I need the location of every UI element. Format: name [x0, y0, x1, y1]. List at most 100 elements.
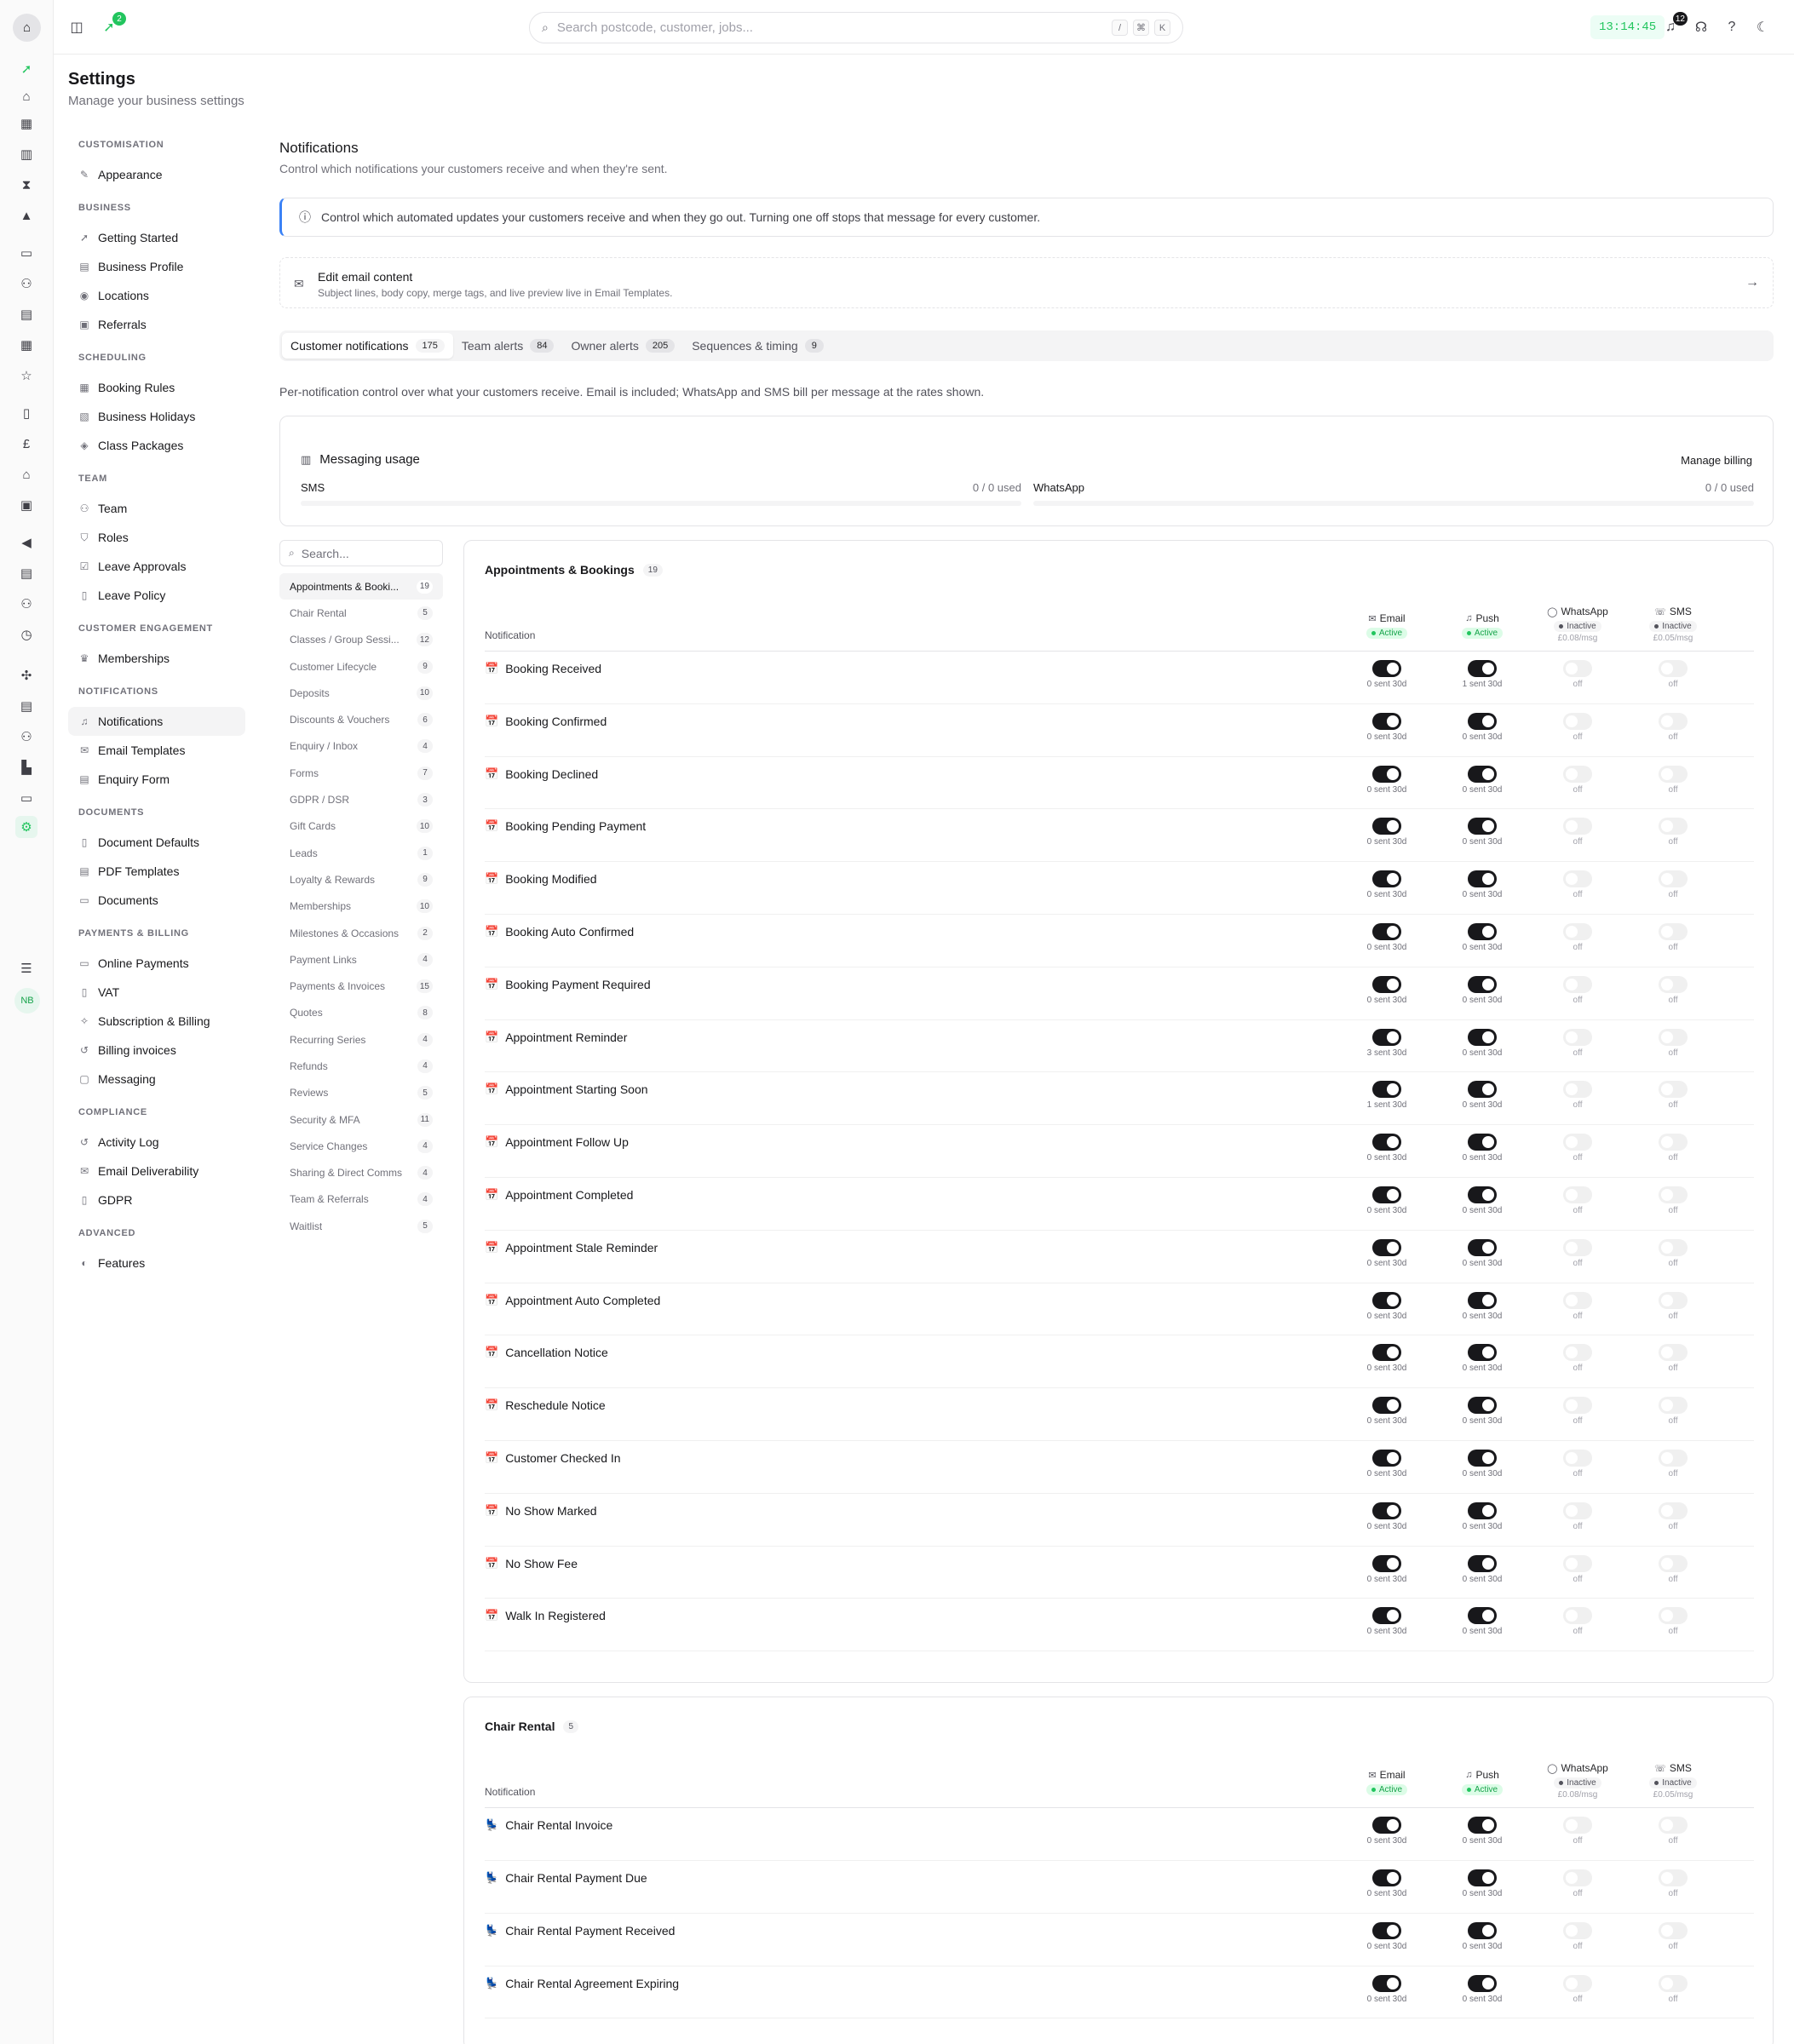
category-item[interactable]: Payments & Invoices 15 [279, 973, 443, 999]
whatsapp-toggle[interactable] [1563, 1817, 1592, 1834]
sms-toggle[interactable] [1659, 975, 1688, 993]
whatsapp-toggle[interactable] [1563, 1291, 1592, 1309]
nav-item-enquiry-form[interactable]: ▤ Enquiry Form [68, 765, 245, 794]
book-icon[interactable]: ▥ [17, 145, 36, 164]
sms-toggle[interactable] [1659, 1291, 1688, 1309]
graduation-icon[interactable]: ▲ [17, 206, 36, 225]
star-icon[interactable]: ☆ [17, 366, 36, 385]
whatsapp-toggle[interactable] [1563, 1081, 1592, 1099]
nav-item-gdpr[interactable]: ▯ GDPR [68, 1186, 245, 1214]
email-toggle[interactable] [1372, 1921, 1401, 1939]
sms-toggle[interactable] [1659, 1817, 1688, 1834]
nav-item-memberships[interactable]: ♛ Memberships [68, 644, 245, 673]
nav-item-online-payments[interactable]: ▭ Online Payments [68, 949, 245, 978]
whatsapp-toggle[interactable] [1563, 870, 1592, 888]
sms-toggle[interactable] [1659, 1921, 1688, 1939]
whatsapp-toggle[interactable] [1563, 1134, 1592, 1151]
folder-icon[interactable]: ▭ [17, 789, 36, 807]
tab-sequences-timing[interactable]: Sequences & timing 9 [683, 333, 832, 359]
push-toggle[interactable] [1468, 1291, 1497, 1309]
email-toggle[interactable] [1372, 712, 1401, 730]
category-item[interactable]: Payment Links 4 [279, 946, 443, 973]
user-avatar[interactable]: NB [14, 988, 40, 1013]
puzzle-icon[interactable]: ✣ [17, 666, 36, 685]
category-search-input[interactable]: ⌕ Search... [279, 540, 443, 566]
nav-item-business-profile[interactable]: ▤ Business Profile [68, 252, 245, 281]
nav-item-business-holidays[interactable]: ▧ Business Holidays [68, 402, 245, 431]
sms-toggle[interactable] [1659, 660, 1688, 677]
calendar-icon[interactable]: ▦ [17, 114, 36, 133]
nav-item-vat[interactable]: ▯ VAT [68, 978, 245, 1007]
store-logo-icon[interactable]: ⌂ [13, 14, 41, 42]
category-item[interactable]: GDPR / DSR 3 [279, 786, 443, 812]
email-toggle[interactable] [1372, 1974, 1401, 1992]
sms-toggle[interactable] [1659, 1554, 1688, 1572]
push-toggle[interactable] [1468, 1186, 1497, 1203]
tab-team-alerts[interactable]: Team alerts 84 [453, 333, 563, 359]
push-toggle[interactable] [1468, 660, 1497, 677]
settings-icon[interactable]: ⚙ [15, 816, 37, 838]
whatsapp-toggle[interactable] [1563, 975, 1592, 993]
sms-toggle[interactable] [1659, 1501, 1688, 1519]
bank-icon[interactable]: ⌂ [17, 465, 36, 484]
whatsapp-toggle[interactable] [1563, 818, 1592, 835]
category-item[interactable]: Customer Lifecycle 9 [279, 653, 443, 680]
users-icon[interactable]: ⚇ [17, 274, 36, 293]
nav-item-billing-invoices[interactable]: ↺ Billing invoices [68, 1036, 245, 1065]
category-item[interactable]: Quotes 8 [279, 1000, 443, 1026]
push-toggle[interactable] [1468, 975, 1497, 993]
email-toggle[interactable] [1372, 1344, 1401, 1362]
email-toggle[interactable] [1372, 1291, 1401, 1309]
nav-item-features[interactable]: ◐ Features [68, 1249, 245, 1278]
email-toggle[interactable] [1372, 1397, 1401, 1415]
category-item[interactable]: Chair Rental 5 [279, 600, 443, 626]
headset-icon[interactable]: ☊ [1691, 17, 1711, 37]
nav-item-team[interactable]: ⚇ Team [68, 494, 245, 523]
nav-item-referrals[interactable]: ▣ Referrals [68, 310, 245, 339]
category-item[interactable]: Classes / Group Sessi... 12 [279, 627, 443, 653]
push-toggle[interactable] [1468, 1238, 1497, 1256]
email-toggle[interactable] [1372, 870, 1401, 888]
help-icon[interactable]: ? [1722, 17, 1742, 37]
category-item[interactable]: Refunds 4 [279, 1053, 443, 1079]
category-item[interactable]: Team & Referrals 4 [279, 1186, 443, 1213]
nav-item-class-packages[interactable]: ◈ Class Packages [68, 431, 245, 460]
email-toggle[interactable] [1372, 1134, 1401, 1151]
category-item[interactable]: Deposits 10 [279, 680, 443, 706]
global-search[interactable]: ⌕ Search postcode, customer, jobs... / ⌘… [529, 12, 1183, 43]
nav-item-messaging[interactable]: ▢ Messaging [68, 1065, 245, 1094]
whatsapp-toggle[interactable] [1563, 1238, 1592, 1256]
category-item[interactable]: Memberships 10 [279, 893, 443, 920]
push-toggle[interactable] [1468, 1554, 1497, 1572]
sliders-icon[interactable]: ☰ [17, 959, 36, 978]
whatsapp-toggle[interactable] [1563, 922, 1592, 940]
pound-icon[interactable]: £ [17, 434, 36, 453]
nav-item-documents[interactable]: ▭ Documents [68, 886, 245, 915]
megaphone-icon[interactable]: ◀ [17, 533, 36, 552]
push-toggle[interactable] [1468, 1081, 1497, 1099]
push-toggle[interactable] [1468, 1501, 1497, 1519]
sms-toggle[interactable] [1659, 1397, 1688, 1415]
sms-toggle[interactable] [1659, 1344, 1688, 1362]
nav-item-email-templates[interactable]: ✉ Email Templates [68, 736, 245, 765]
whatsapp-toggle[interactable] [1563, 1028, 1592, 1046]
email-toggle[interactable] [1372, 818, 1401, 835]
push-toggle[interactable] [1468, 712, 1497, 730]
tab-customer-notifications[interactable]: Customer notifications 175 [282, 333, 453, 359]
category-item[interactable]: Appointments & Booki... 19 [279, 573, 443, 600]
category-item[interactable]: Leads 1 [279, 840, 443, 866]
report-icon[interactable]: ▤ [17, 697, 36, 715]
push-toggle[interactable] [1468, 1817, 1497, 1834]
nav-item-notifications[interactable]: ♫ Notifications [68, 707, 245, 736]
email-toggle[interactable] [1372, 1607, 1401, 1625]
push-toggle[interactable] [1468, 1028, 1497, 1046]
team-icon[interactable]: ⚇ [17, 594, 36, 613]
category-item[interactable]: Reviews 5 [279, 1080, 443, 1106]
sms-toggle[interactable] [1659, 1028, 1688, 1046]
nav-item-subscription-billing[interactable]: ✧ Subscription & Billing [68, 1007, 245, 1036]
nav-item-activity-log[interactable]: ↺ Activity Log [68, 1128, 245, 1157]
nav-item-getting-started[interactable]: ➚ Getting Started [68, 223, 245, 252]
push-toggle[interactable] [1468, 1921, 1497, 1939]
hourglass-icon[interactable]: ⧗ [17, 175, 36, 194]
push-toggle[interactable] [1468, 870, 1497, 888]
